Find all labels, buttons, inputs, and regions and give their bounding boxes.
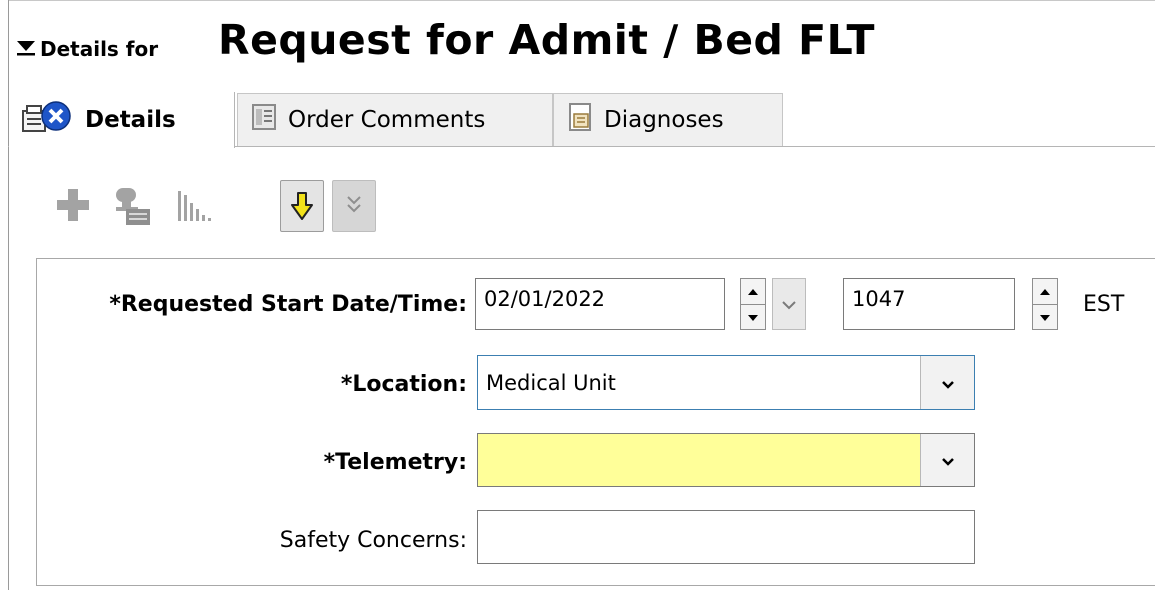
panel-top-border	[8, 0, 1155, 1]
date-dropdown-button[interactable]	[772, 278, 806, 330]
chevron-down-icon	[781, 295, 797, 314]
page-title: Request for Admit / Bed FLT	[218, 16, 875, 64]
tab-order-comments-label: Order Comments	[288, 107, 486, 133]
start-time-field[interactable]: 1047	[843, 278, 1015, 330]
date-spinner[interactable]	[740, 278, 766, 330]
tab-diagnoses-label: Diagnoses	[604, 107, 724, 133]
next-required-button[interactable]	[280, 180, 324, 232]
telemetry-label: *Telemetry:	[323, 450, 467, 475]
tab-details[interactable]: Details	[9, 92, 235, 148]
spin-down-icon[interactable]	[741, 304, 765, 330]
chevron-down-icon	[941, 448, 955, 472]
spin-down-icon[interactable]	[1033, 304, 1057, 330]
stamp-icon[interactable]	[112, 185, 152, 231]
spin-up-icon[interactable]	[741, 279, 765, 304]
chevron-down-icon	[941, 371, 955, 395]
location-select[interactable]: Medical Unit	[477, 355, 975, 410]
location-dropdown-button[interactable]	[920, 356, 974, 409]
bar-chart-icon[interactable]	[175, 185, 215, 229]
requested-start-label: *Requested Start Date/Time:	[109, 292, 467, 317]
add-icon[interactable]	[55, 185, 91, 229]
collapse-icon[interactable]	[16, 38, 36, 56]
telemetry-select[interactable]	[477, 433, 975, 487]
safety-concerns-label: Safety Concerns:	[279, 528, 467, 553]
tab-order-comments[interactable]: Order Comments	[237, 93, 553, 146]
next-required-icon	[290, 190, 314, 226]
tab-details-label: Details	[85, 107, 176, 133]
timezone-label: EST	[1083, 292, 1125, 317]
diagnoses-icon	[566, 102, 594, 138]
comments-icon	[250, 103, 278, 137]
expand-all-icon	[344, 193, 364, 223]
start-date-field[interactable]: 02/01/2022	[475, 278, 725, 330]
details-error-icon	[21, 99, 75, 141]
safety-concerns-input[interactable]	[477, 510, 975, 564]
spin-up-icon[interactable]	[1033, 279, 1057, 304]
expand-all-button[interactable]	[332, 180, 376, 232]
location-label: *Location:	[340, 372, 467, 397]
time-spinner[interactable]	[1032, 278, 1058, 330]
header-prefix: Details for	[40, 37, 159, 61]
location-value: Medical Unit	[486, 370, 616, 395]
panel-left-border	[8, 0, 9, 590]
telemetry-dropdown-button[interactable]	[920, 434, 974, 486]
tab-diagnoses[interactable]: Diagnoses	[553, 93, 783, 146]
